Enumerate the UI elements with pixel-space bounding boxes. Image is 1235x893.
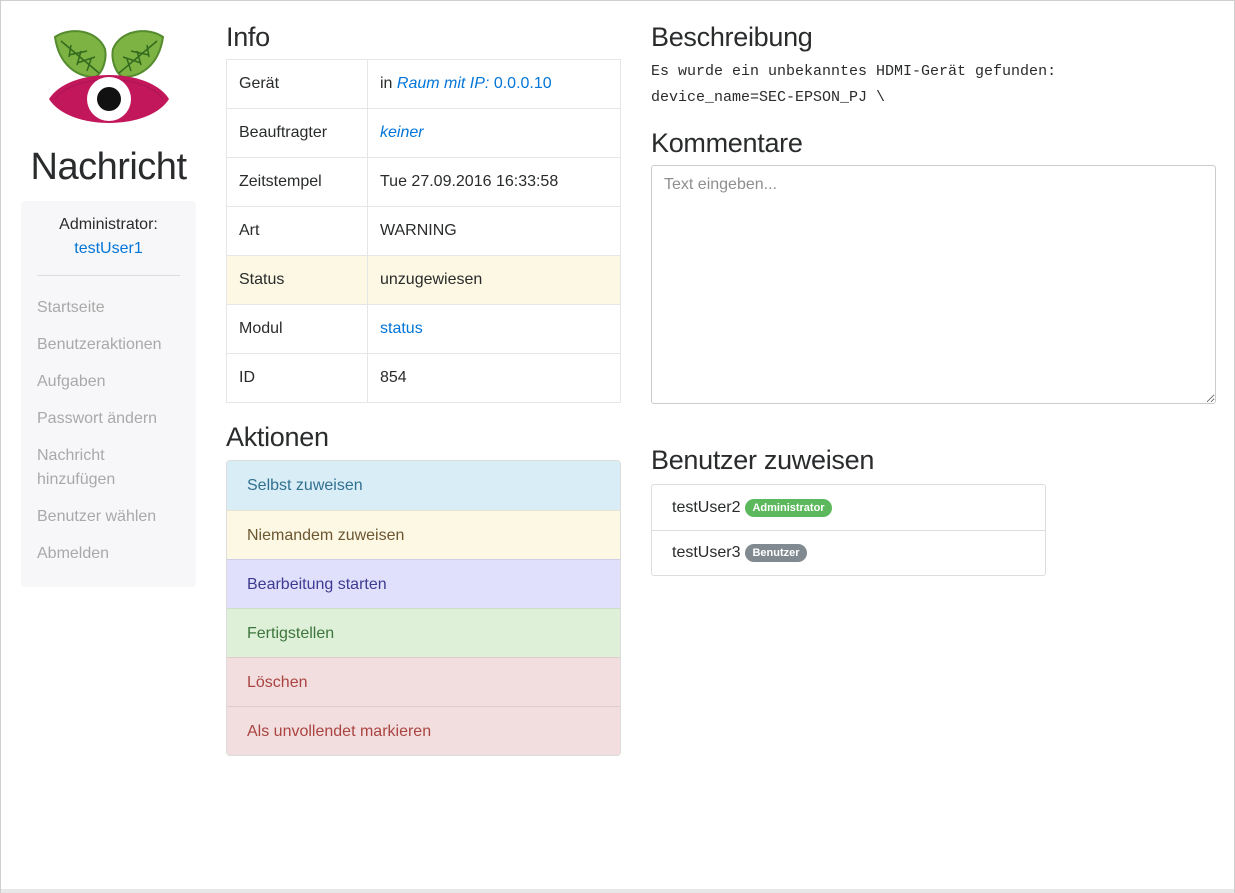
device-value: in Raum mit IP: 0.0.0.10: [367, 59, 621, 109]
unassign-button[interactable]: Niemandem zuweisen: [227, 510, 620, 559]
user-list: testUser2 Administrator testUser3 Benutz…: [651, 484, 1046, 576]
page-title: Nachricht: [30, 146, 188, 188]
description-line: device_name=SEC-EPSON_PJ \: [651, 89, 886, 106]
timestamp-label: Zeitstempel: [226, 157, 368, 207]
module-value: status: [367, 304, 621, 354]
status-value: unzugewiesen: [367, 255, 621, 305]
current-user-link[interactable]: testUser1: [37, 237, 180, 261]
ip-link[interactable]: 0.0.0.10: [494, 75, 552, 92]
mark-unfinished-button[interactable]: Als unvollendet markieren: [227, 706, 620, 755]
description-line: Es wurde ein unbekanntes HDMI-Gerät gefu…: [651, 63, 1057, 80]
nav-abmelden[interactable]: Abmelden: [37, 536, 180, 573]
admin-label: Administrator:: [59, 216, 158, 233]
list-item[interactable]: testUser2 Administrator: [652, 485, 1045, 530]
delete-button[interactable]: Löschen: [227, 657, 620, 706]
status-label: Status: [226, 255, 368, 305]
module-link[interactable]: status: [380, 320, 423, 337]
module-label: Modul: [226, 304, 368, 354]
description-text: Es wurde ein unbekanntes HDMI-Gerät gefu…: [651, 59, 1216, 111]
table-row: Gerät in Raum mit IP: 0.0.0.10: [226, 59, 621, 109]
timestamp-value: Tue 27.09.2016 16:33:58: [367, 157, 621, 207]
table-row: Status unzugewiesen: [226, 255, 621, 305]
sidebar: Nachricht Administrator: testUser1 Start…: [21, 21, 196, 587]
comment-input[interactable]: [651, 165, 1216, 404]
table-row: Zeitstempel Tue 27.09.2016 16:33:58: [226, 157, 621, 207]
list-item[interactable]: testUser3 Benutzer: [652, 530, 1045, 575]
type-label: Art: [226, 206, 368, 256]
device-prefix: in: [380, 75, 397, 92]
nav-passwort-aendern[interactable]: Passwort ändern: [37, 401, 180, 438]
table-row: Modul status: [226, 304, 621, 354]
finish-button[interactable]: Fertigstellen: [227, 608, 620, 657]
leaf-left-icon: [53, 30, 106, 79]
start-processing-button[interactable]: Bearbeitung starten: [227, 559, 620, 608]
leaf-right-icon: [111, 30, 164, 79]
type-value: WARNING: [367, 206, 621, 256]
nav-aufgaben[interactable]: Aufgaben: [37, 364, 180, 401]
user-name: testUser2: [672, 498, 741, 516]
role-badge: Administrator: [745, 498, 832, 517]
assignee-label: Beauftragter: [226, 108, 368, 158]
nav-benutzer-waehlen[interactable]: Benutzer wählen: [37, 499, 180, 536]
action-list: Selbst zuweisen Niemandem zuweisen Bearb…: [226, 460, 621, 756]
logo-eye-icon: [48, 30, 169, 123]
id-label: ID: [226, 353, 368, 403]
user-name: testUser3: [672, 544, 741, 561]
assign-heading: Benutzer zuweisen: [651, 445, 875, 475]
comments-heading: Kommentare: [651, 128, 803, 158]
nav-nachricht-hinzufuegen[interactable]: Nachricht hinzufügen: [37, 438, 180, 499]
divider: [37, 275, 180, 276]
nav-benutzeraktionen[interactable]: Benutzeraktionen: [37, 327, 180, 364]
description-heading: Beschreibung: [651, 22, 813, 52]
device-label: Gerät: [226, 59, 368, 109]
assignee-value: keiner: [367, 108, 621, 158]
self-assign-button[interactable]: Selbst zuweisen: [227, 461, 620, 510]
room-link[interactable]: Raum mit IP:: [397, 75, 489, 92]
role-badge: Benutzer: [745, 544, 807, 562]
table-row: Beauftragter keiner: [226, 108, 621, 158]
info-table: Gerät in Raum mit IP: 0.0.0.10 Beauftrag…: [226, 59, 621, 403]
nav-startseite[interactable]: Startseite: [37, 290, 180, 327]
actions-heading: Aktionen: [226, 422, 329, 452]
details-column: Beschreibung Es wurde ein unbekanntes HD…: [651, 21, 1216, 576]
user-panel: Administrator: testUser1 Startseite Benu…: [21, 201, 196, 587]
id-value: 854: [367, 353, 621, 403]
info-heading: Info: [226, 22, 270, 52]
table-row: Art WARNING: [226, 206, 621, 256]
window-bottom-edge: [1, 889, 1234, 893]
info-column: Info Gerät in Raum mit IP: 0.0.0.10 Beau…: [226, 21, 621, 756]
table-row: ID 854: [226, 353, 621, 403]
assignee-link[interactable]: keiner: [380, 124, 424, 141]
